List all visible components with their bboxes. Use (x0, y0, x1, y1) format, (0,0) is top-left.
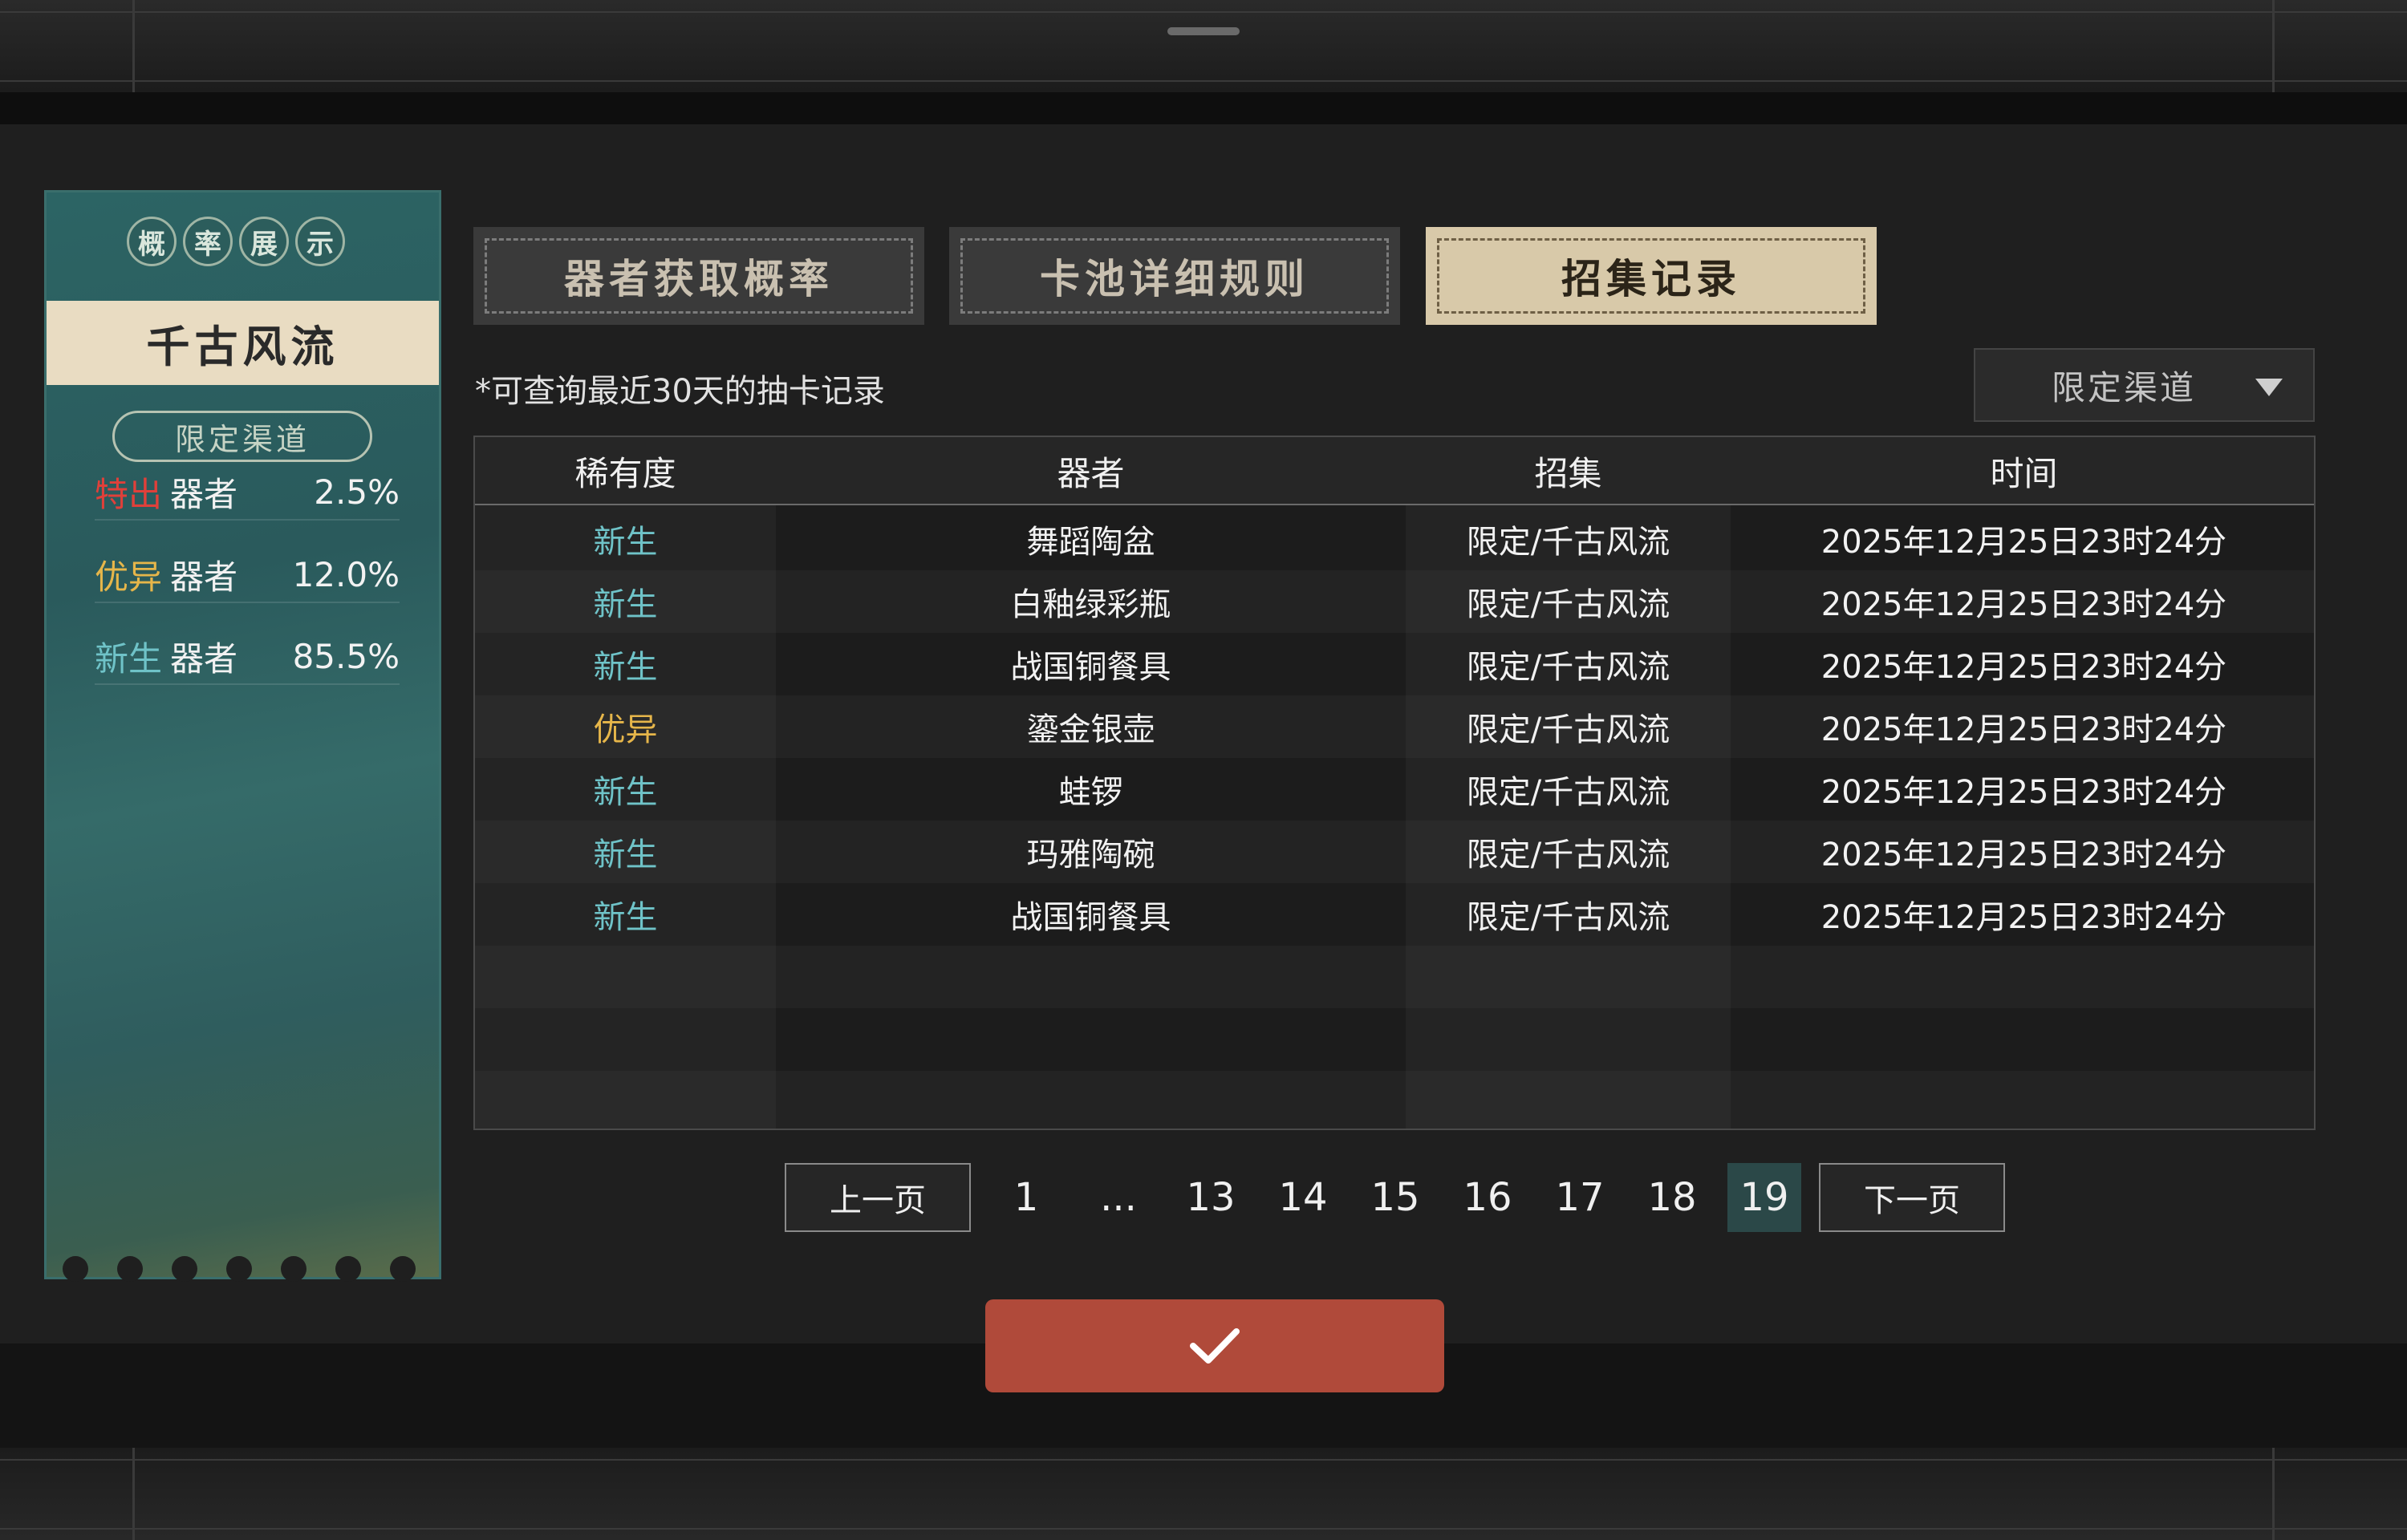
header-item: 器者 (1057, 454, 1125, 493)
tab-label: 招集记录 (1561, 255, 1741, 302)
dropdown-value: 限定渠道 (2052, 367, 2197, 407)
cell-item: 玛雅陶碗 (1026, 837, 1155, 873)
table-row: 新生 战国铜餐具 限定/千古风流 2025年12月25日23时24分 (475, 633, 2314, 695)
tab-label: 器者获取概率 (564, 255, 834, 302)
cell-pool: 限定/千古风流 (1466, 899, 1670, 936)
tab-recruit-records[interactable]: 招集记录 (1426, 227, 1877, 325)
rate-tier: 优异 (95, 557, 163, 597)
empty-row (475, 1008, 2314, 1071)
cell-rarity: 新生 (593, 837, 658, 873)
table-row: 新生 舞蹈陶盆 限定/千古风流 2025年12月25日23时24分 (475, 508, 2314, 570)
rate-percent: 12.0% (292, 554, 400, 594)
page-button[interactable]: 19 (1727, 1163, 1801, 1232)
cell-rarity: 新生 (593, 774, 658, 811)
cell-item: 蛙锣 (1058, 774, 1123, 811)
cell-time: 2025年12月25日23时24分 (1820, 711, 2227, 748)
bottom-decor-band (0, 1448, 2407, 1540)
top-decor-band (0, 0, 2407, 92)
rate-row: 特出 器者 2.5% (95, 464, 400, 521)
page-button[interactable]: 14 (1266, 1163, 1340, 1232)
table-row: 新生 蛙锣 限定/千古风流 2025年12月25日23时24分 (475, 758, 2314, 821)
rates-header: 概率展示 (127, 217, 345, 266)
prev-page-button[interactable]: 上一页 (785, 1163, 971, 1232)
cell-rarity: 新生 (593, 524, 658, 561)
cell-item: 舞蹈陶盆 (1026, 524, 1155, 561)
page-button[interactable]: 17 (1543, 1163, 1617, 1232)
page-button[interactable]: 15 (1358, 1163, 1432, 1232)
confirm-button[interactable] (985, 1299, 1444, 1392)
cell-rarity: 优异 (593, 711, 658, 748)
rate-percent: 2.5% (314, 472, 400, 512)
empty-row (475, 946, 2314, 1008)
page-button[interactable]: 16 (1451, 1163, 1524, 1232)
channel-badge: 限定渠道 (112, 411, 372, 462)
table-row: 新生 战国铜餐具 限定/千古风流 2025年12月25日23时24分 (475, 883, 2314, 946)
cell-time: 2025年12月25日23时24分 (1820, 837, 2227, 873)
cell-time: 2025年12月25日23时24分 (1820, 649, 2227, 686)
next-page-button[interactable]: 下一页 (1819, 1163, 2005, 1232)
rate-row: 优异 器者 12.0% (95, 547, 400, 603)
cell-item: 白釉绿彩瓶 (1010, 586, 1171, 623)
header-rarity: 稀有度 (574, 454, 676, 493)
header-pool: 招集 (1534, 454, 1602, 493)
game-screen: 概率展示 千古风流 限定渠道 特出 器者 2.5% 优异 器者 12.0% 新生 器者 85.5… (0, 0, 2407, 1540)
check-icon (1190, 1328, 1240, 1364)
cell-time: 2025年12月25日23时24分 (1820, 586, 2227, 623)
rates-panel: 概率展示 千古风流 限定渠道 特出 器者 2.5% 优异 器者 12.0% 新生 器者 85.5… (44, 190, 441, 1282)
header-char-badge: 率 (183, 217, 233, 266)
cell-item: 战国铜餐具 (1010, 649, 1171, 686)
cell-pool: 限定/千古风流 (1466, 837, 1670, 873)
header-time: 时间 (1990, 454, 2058, 493)
pool-name: 千古风流 (47, 301, 439, 385)
records-hint: *可查询最近30天的抽卡记录 (475, 373, 885, 410)
table-header: 稀有度 器者 招集 时间 (475, 437, 2314, 505)
page-button[interactable]: 13 (1174, 1163, 1248, 1232)
ticket-perforation (63, 1256, 416, 1282)
empty-row (475, 1071, 2314, 1129)
cell-pool: 限定/千古风流 (1466, 524, 1670, 561)
header-char-badge: 展 (239, 217, 289, 266)
page-button[interactable]: 1 (989, 1163, 1063, 1232)
tab-pool-rules[interactable]: 卡池详细规则 (949, 227, 1400, 325)
records-table: 稀有度 器者 招集 时间 新生 舞蹈陶盆 限定/千古风流 2025年12月25日23时… (473, 436, 2316, 1130)
cell-pool: 限定/千古风流 (1466, 586, 1670, 623)
cell-pool: 限定/千古风流 (1466, 774, 1670, 811)
cell-pool: 限定/千古风流 (1466, 649, 1670, 686)
rate-unit: 器者 (170, 474, 238, 514)
cell-pool: 限定/千古风流 (1466, 711, 1670, 748)
chevron-down-icon (2255, 379, 2283, 396)
cell-rarity: 新生 (593, 649, 658, 686)
header-char-badge: 概 (127, 217, 177, 266)
cell-rarity: 新生 (593, 899, 658, 936)
cell-rarity: 新生 (593, 586, 658, 623)
cell-item: 鎏金银壶 (1026, 711, 1155, 748)
rate-percent: 85.5% (292, 636, 400, 676)
table-row: 新生 玛雅陶碗 限定/千古风流 2025年12月25日23时24分 (475, 821, 2314, 883)
rate-unit: 器者 (170, 638, 238, 679)
tab-acquire-rates[interactable]: 器者获取概率 (473, 227, 924, 325)
cell-item: 战国铜餐具 (1010, 899, 1171, 936)
header-char-badge: 示 (295, 217, 345, 266)
channel-filter-dropdown[interactable]: 限定渠道 (1974, 348, 2315, 422)
table-row: 新生 白釉绿彩瓶 限定/千古风流 2025年12月25日23时24分 (475, 570, 2314, 633)
tab-label: 卡池详细规则 (1040, 255, 1309, 302)
page-ellipsis: ... (1100, 1175, 1137, 1220)
drag-handle[interactable] (1167, 27, 1240, 35)
rate-tier: 特出 (95, 474, 163, 514)
cell-time: 2025年12月25日23时24分 (1820, 774, 2227, 811)
rate-unit: 器者 (170, 557, 238, 597)
cell-time: 2025年12月25日23时24分 (1820, 524, 2227, 561)
rate-tier: 新生 (95, 638, 163, 679)
rate-row: 新生 器者 85.5% (95, 629, 400, 685)
cell-time: 2025年12月25日23时24分 (1820, 899, 2227, 936)
page-button[interactable]: 18 (1635, 1163, 1709, 1232)
table-row: 优异 鎏金银壶 限定/千古风流 2025年12月25日23时24分 (475, 695, 2314, 758)
